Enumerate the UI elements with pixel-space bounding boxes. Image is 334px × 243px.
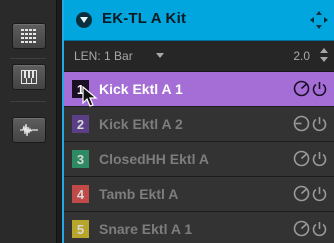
power-icon[interactable]	[311, 220, 328, 237]
pad-grid-icon	[21, 29, 36, 43]
sound-name: Kick Ektl A 2	[99, 116, 183, 132]
length-value[interactable]: 2.0	[293, 49, 310, 63]
knob-icon[interactable]	[293, 150, 310, 167]
chevron-down-icon[interactable]	[156, 53, 164, 58]
cursor-arrow-icon	[82, 86, 98, 107]
rail-divider	[10, 58, 46, 59]
sound-name: Tamb Ektl A	[99, 186, 179, 202]
slot-number: 2	[72, 115, 89, 133]
sound-slot-2[interactable]: 2 Kick Ektl A 2	[64, 107, 334, 142]
length-bar: LEN: 1 Bar 2.0	[64, 41, 334, 72]
power-icon[interactable]	[311, 80, 328, 97]
sound-name: Snare Ektl A 1	[99, 221, 193, 237]
kit-header: EK-TL A Kit	[64, 0, 334, 41]
knob-icon[interactable]	[293, 185, 310, 202]
left-rail	[0, 0, 57, 243]
keyboard-icon	[21, 70, 37, 84]
sound-slot-5[interactable]: 5 Snare Ektl A 1	[64, 212, 334, 243]
pad-grid-button[interactable]	[12, 23, 46, 49]
collapse-button[interactable]	[76, 12, 92, 28]
slot-number: 3	[72, 150, 89, 168]
stepper-icon[interactable]	[320, 48, 328, 62]
sound-name: Kick Ektl A 1	[99, 81, 183, 97]
waveform-icon	[20, 123, 38, 137]
kit-title[interactable]: EK-TL A Kit	[102, 10, 186, 27]
sound-slot-4[interactable]: 4 Tamb Ektl A	[64, 177, 334, 212]
slot-number: 4	[72, 185, 89, 203]
knob-icon[interactable]	[293, 220, 310, 237]
chevron-down-icon	[80, 17, 88, 23]
sound-slot-1[interactable]: 1 Kick Ektl A 1	[64, 72, 334, 107]
sound-name: ClosedHH Ektl A	[99, 151, 209, 167]
power-icon[interactable]	[311, 185, 328, 202]
waveform-button[interactable]	[12, 117, 46, 143]
kit-panel: EK-TL A Kit LEN: 1 Bar 2.0 1 Kick Ektl A…	[62, 0, 334, 243]
expand-icon[interactable]	[308, 9, 330, 31]
keyboard-button[interactable]	[12, 64, 46, 90]
slot-number: 5	[72, 220, 89, 238]
power-icon[interactable]	[311, 115, 328, 132]
sound-slot-3[interactable]: 3 ClosedHH Ektl A	[64, 142, 334, 177]
length-dropdown[interactable]: LEN: 1 Bar	[74, 49, 133, 63]
knob-icon[interactable]	[293, 115, 310, 132]
rail-divider	[10, 101, 46, 102]
knob-icon[interactable]	[293, 80, 310, 97]
power-icon[interactable]	[311, 150, 328, 167]
